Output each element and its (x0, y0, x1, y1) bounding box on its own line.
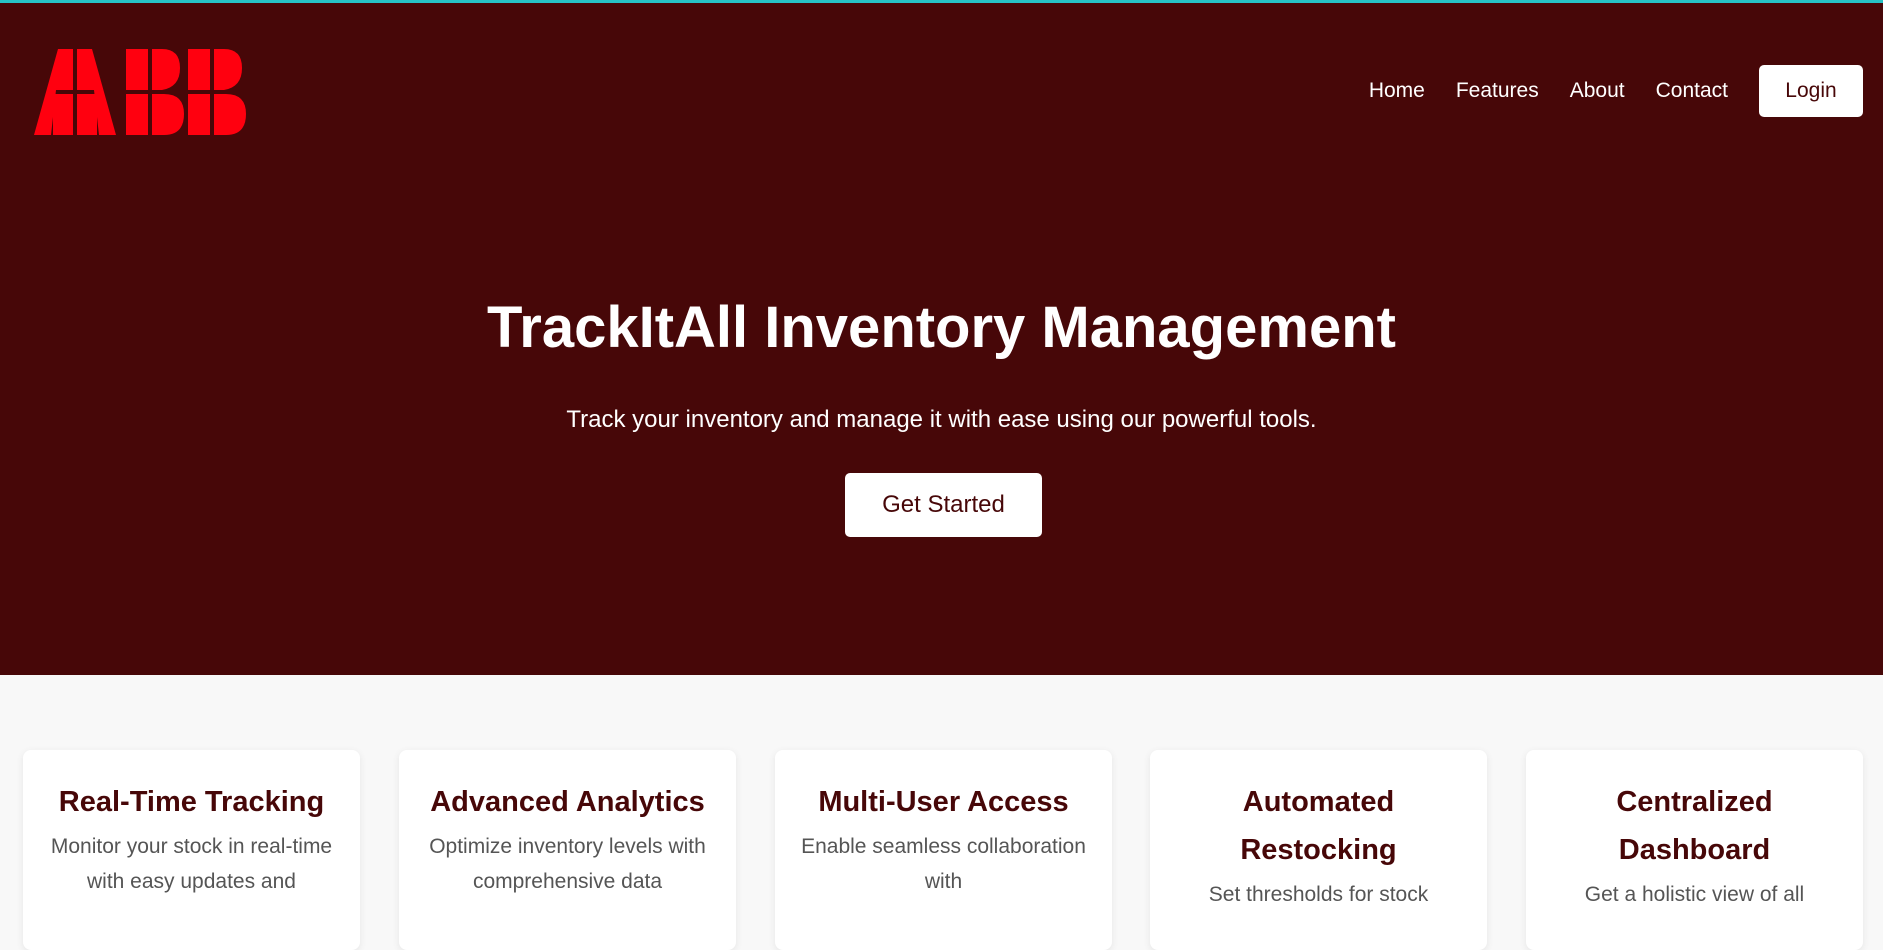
abb-logo (34, 49, 246, 135)
hero-subtitle: Track your inventory and manage it with … (566, 406, 1317, 433)
login-button[interactable]: Login (1759, 65, 1863, 117)
feature-card-centralized-dashboard: Centralized Dashboard Get a holistic vie… (1526, 750, 1863, 950)
nav-features-link[interactable]: Features (1456, 79, 1539, 103)
feature-card-title: Multi-User Access (818, 786, 1069, 818)
nav-contact-link[interactable]: Contact (1656, 79, 1728, 103)
feature-card-text: Set thresholds for stock (1208, 883, 1429, 906)
nav-home-link[interactable]: Home (1369, 79, 1425, 103)
feature-card-multi-user-access: Multi-User Access Enable seamless collab… (775, 750, 1112, 950)
feature-card-title: Automated Restocking (1240, 786, 1397, 866)
feature-card-text: Optimize inventory levels with comprehen… (429, 835, 706, 893)
feature-card-title: Centralized Dashboard (1616, 786, 1773, 866)
feature-card-title: Real-Time Tracking (58, 786, 325, 818)
main-nav: Home Features About Contact Login (1369, 65, 1863, 117)
feature-card-title: Advanced Analytics (430, 786, 705, 818)
feature-card-automated-restocking: Automated Restocking Set thresholds for … (1150, 750, 1487, 950)
feature-card-text: Enable seamless collaboration with (801, 835, 1086, 893)
hero-section: Home Features About Contact Login TrackI… (0, 3, 1883, 675)
feature-card-text: Monitor your stock in real-time with eas… (50, 835, 333, 893)
feature-card-advanced-analytics: Advanced Analytics Optimize inventory le… (399, 750, 736, 950)
hero-title: TrackItAll Inventory Management (487, 295, 1396, 360)
nav-about-link[interactable]: About (1570, 79, 1625, 103)
feature-card-real-time-tracking: Real-Time Tracking Monitor your stock in… (23, 750, 360, 950)
feature-card-text: Get a holistic view of all (1584, 883, 1805, 906)
get-started-button[interactable]: Get Started (845, 473, 1042, 537)
